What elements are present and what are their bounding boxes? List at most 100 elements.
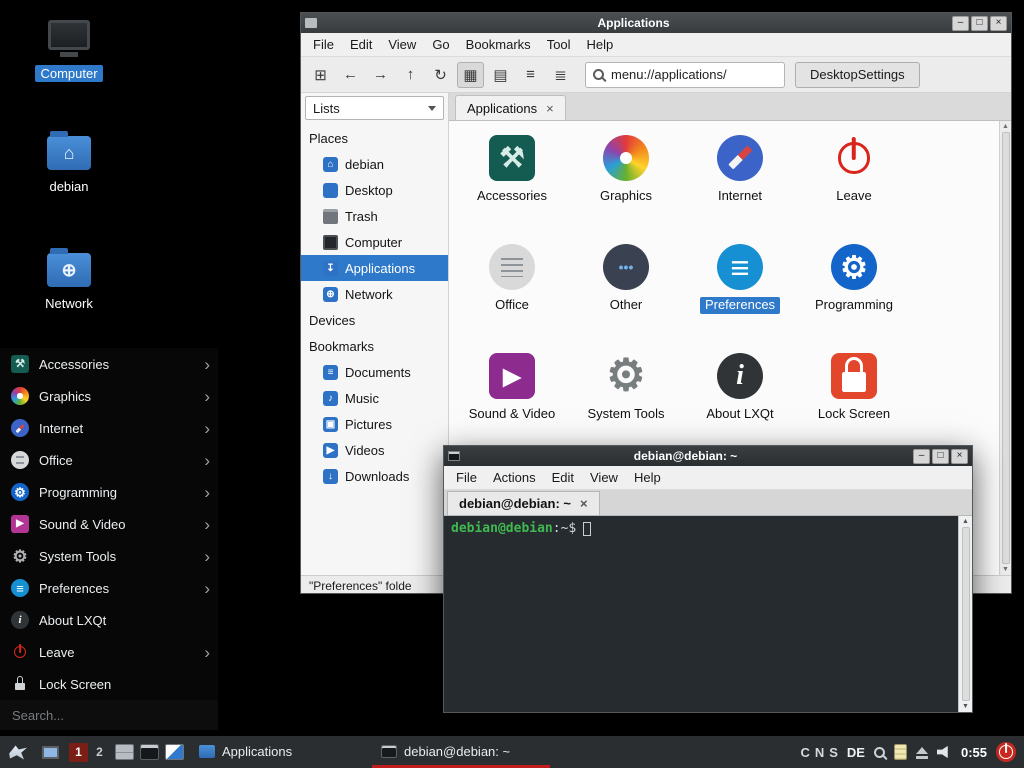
compact-view-button[interactable]: ≡	[517, 62, 544, 88]
quicklaunch-text-editor-icon[interactable]	[165, 744, 184, 760]
taskbar-task-applications[interactable]: Applications	[190, 736, 368, 768]
scroll-up-icon[interactable]: ▲	[1002, 123, 1009, 130]
app-office[interactable]: Office	[455, 240, 569, 349]
app-menu-button[interactable]	[5, 739, 31, 765]
terminal-maximize-button[interactable]: □	[932, 449, 949, 464]
sidebar-item-videos[interactable]: ▶Videos	[301, 437, 448, 463]
start-menu-item-office[interactable]: Office›	[0, 444, 218, 476]
start-menu-item-about-lxqt[interactable]: iAbout LXQt	[0, 604, 218, 636]
sidebar-item-music[interactable]: ♪Music	[301, 385, 448, 411]
terminal-menu-help[interactable]: Help	[626, 468, 669, 487]
start-menu-item-programming[interactable]: ⚙Programming›	[0, 476, 218, 508]
sidebar-item-applications[interactable]: ↧Applications	[301, 255, 448, 281]
fm-menu-file[interactable]: File	[305, 35, 342, 54]
search-input[interactable]	[0, 700, 218, 730]
workspace-2[interactable]: 2	[90, 743, 109, 762]
fm-titlebar[interactable]: Applications –□×	[301, 13, 1011, 33]
start-menu-item-accessories[interactable]: ⚒Accessories›	[0, 348, 218, 380]
quicklaunch-terminal-icon[interactable]	[140, 744, 159, 760]
icon-view-button[interactable]: ▦	[457, 62, 484, 88]
keyboard-layout-indicator[interactable]: DE	[847, 745, 865, 760]
forward-button[interactable]: →	[367, 62, 394, 88]
reload-button[interactable]: ↻	[427, 62, 454, 88]
detailed-view-button[interactable]: ≣	[547, 62, 574, 88]
sidebar-item-downloads[interactable]: ↓Downloads	[301, 463, 448, 489]
fm-menu-tool[interactable]: Tool	[539, 35, 579, 54]
fm-menu-view[interactable]: View	[380, 35, 424, 54]
app-graphics[interactable]: Graphics	[569, 131, 683, 240]
shutdown-button[interactable]	[996, 742, 1016, 762]
terminal-menu-edit[interactable]: Edit	[544, 468, 582, 487]
sidebar-item-places[interactable]: Places	[301, 125, 448, 151]
app-preferences[interactable]: ≡Preferences	[683, 240, 797, 349]
workspace-1[interactable]: 1	[69, 743, 88, 762]
start-menu-item-sound-video[interactable]: ▶Sound & Video›	[0, 508, 218, 540]
sidebar-item-debian[interactable]: ⌂debian	[301, 151, 448, 177]
thumbnail-view-button[interactable]: ▤	[487, 62, 514, 88]
back-button[interactable]: ←	[337, 62, 364, 88]
scroll-up-icon[interactable]: ▲	[962, 518, 969, 525]
sidebar-item-desktop[interactable]: Desktop	[301, 177, 448, 203]
start-menu-item-leave[interactable]: Leave›	[0, 636, 218, 668]
close-icon[interactable]: ×	[580, 496, 588, 511]
terminal-menu-actions[interactable]: Actions	[485, 468, 544, 487]
terminal-titlebar[interactable]: debian@debian: ~ –□×	[444, 446, 972, 466]
start-menu-item-system-tools[interactable]: ⚙System Tools›	[0, 540, 218, 572]
start-menu-item-lock-screen[interactable]: Lock Screen	[0, 668, 218, 700]
start-menu-item-internet[interactable]: Internet›	[0, 412, 218, 444]
new-tab-button[interactable]: ⊞	[307, 62, 334, 88]
clock[interactable]: 0:55	[961, 745, 987, 760]
fm-vertical-scrollbar[interactable]: ▲ ▼	[999, 121, 1011, 575]
desktop-icon-network[interactable]: ⊕Network	[21, 253, 117, 312]
terminal-tab[interactable]: debian@debian: ~ ×	[447, 491, 600, 515]
terminal-menu-view[interactable]: View	[582, 468, 626, 487]
up-button[interactable]: ↑	[397, 62, 424, 88]
app-internet[interactable]: Internet	[683, 131, 797, 240]
app-system-tools[interactable]: ⚙System Tools	[569, 349, 683, 458]
scroll-down-icon[interactable]: ▼	[962, 703, 969, 710]
app-other[interactable]: •••Other	[569, 240, 683, 349]
scrollbar-thumb[interactable]	[962, 527, 970, 701]
close-icon[interactable]: ×	[546, 101, 554, 116]
desktop-icon-debian[interactable]: ⌂debian	[21, 136, 117, 195]
app-accessories[interactable]: ⚒Accessories	[455, 131, 569, 240]
fm-menu-edit[interactable]: Edit	[342, 35, 380, 54]
sidebar-item-pictures[interactable]: ▣Pictures	[301, 411, 448, 437]
fm-maximize-button[interactable]: □	[971, 16, 988, 31]
desktop-icon-computer[interactable]: Computer	[21, 20, 117, 82]
quicklaunch-file-manager-icon[interactable]	[115, 744, 134, 760]
sidebar-item-documents[interactable]: ≡Documents	[301, 359, 448, 385]
fm-close-button[interactable]: ×	[990, 16, 1007, 31]
fm-minimize-button[interactable]: –	[952, 16, 969, 31]
app-about-lxqt[interactable]: iAbout LXQt	[683, 349, 797, 458]
terminal-menu-file[interactable]: File	[448, 468, 485, 487]
address-bar[interactable]: menu://applications/	[585, 62, 785, 88]
sidebar-item-bookmarks[interactable]: Bookmarks	[301, 333, 448, 359]
fm-menu-help[interactable]: Help	[579, 35, 622, 54]
fm-menu-go[interactable]: Go	[424, 35, 457, 54]
terminal-screen[interactable]: debian@debian:~$	[444, 516, 958, 712]
clipboard-icon[interactable]	[894, 744, 907, 760]
sidebar-item-trash[interactable]: Trash	[301, 203, 448, 229]
screenshot-icon[interactable]	[874, 747, 885, 758]
terminal-close-button[interactable]: ×	[951, 449, 968, 464]
sidebar-item-computer[interactable]: Computer	[301, 229, 448, 255]
start-menu-item-graphics[interactable]: Graphics›	[0, 380, 218, 412]
app-sound-video[interactable]: ▶Sound & Video	[455, 349, 569, 458]
taskbar-task-debian-debian[interactable]: debian@debian: ~	[372, 736, 550, 768]
volume-icon[interactable]	[937, 745, 952, 759]
app-programming[interactable]: ⚙Programming	[797, 240, 911, 349]
sidebar-item-network[interactable]: ⊕Network	[301, 281, 448, 307]
terminal-minimize-button[interactable]: –	[913, 449, 930, 464]
fm-tab-applications[interactable]: Applications ×	[455, 95, 566, 120]
scroll-down-icon[interactable]: ▼	[1002, 566, 1009, 573]
scrollbar-thumb[interactable]	[1002, 132, 1010, 564]
eject-icon[interactable]	[916, 747, 928, 754]
sidebar-item-devices[interactable]: Devices	[301, 307, 448, 333]
terminal-scrollbar[interactable]: ▲ ▼	[958, 516, 972, 712]
fm-menu-bookmarks[interactable]: Bookmarks	[458, 35, 539, 54]
desktop-settings-button[interactable]: DesktopSettings	[795, 62, 920, 88]
start-menu-item-preferences[interactable]: ≡Preferences›	[0, 572, 218, 604]
show-desktop-button[interactable]	[37, 739, 63, 765]
app-lock-screen[interactable]: Lock Screen	[797, 349, 911, 458]
